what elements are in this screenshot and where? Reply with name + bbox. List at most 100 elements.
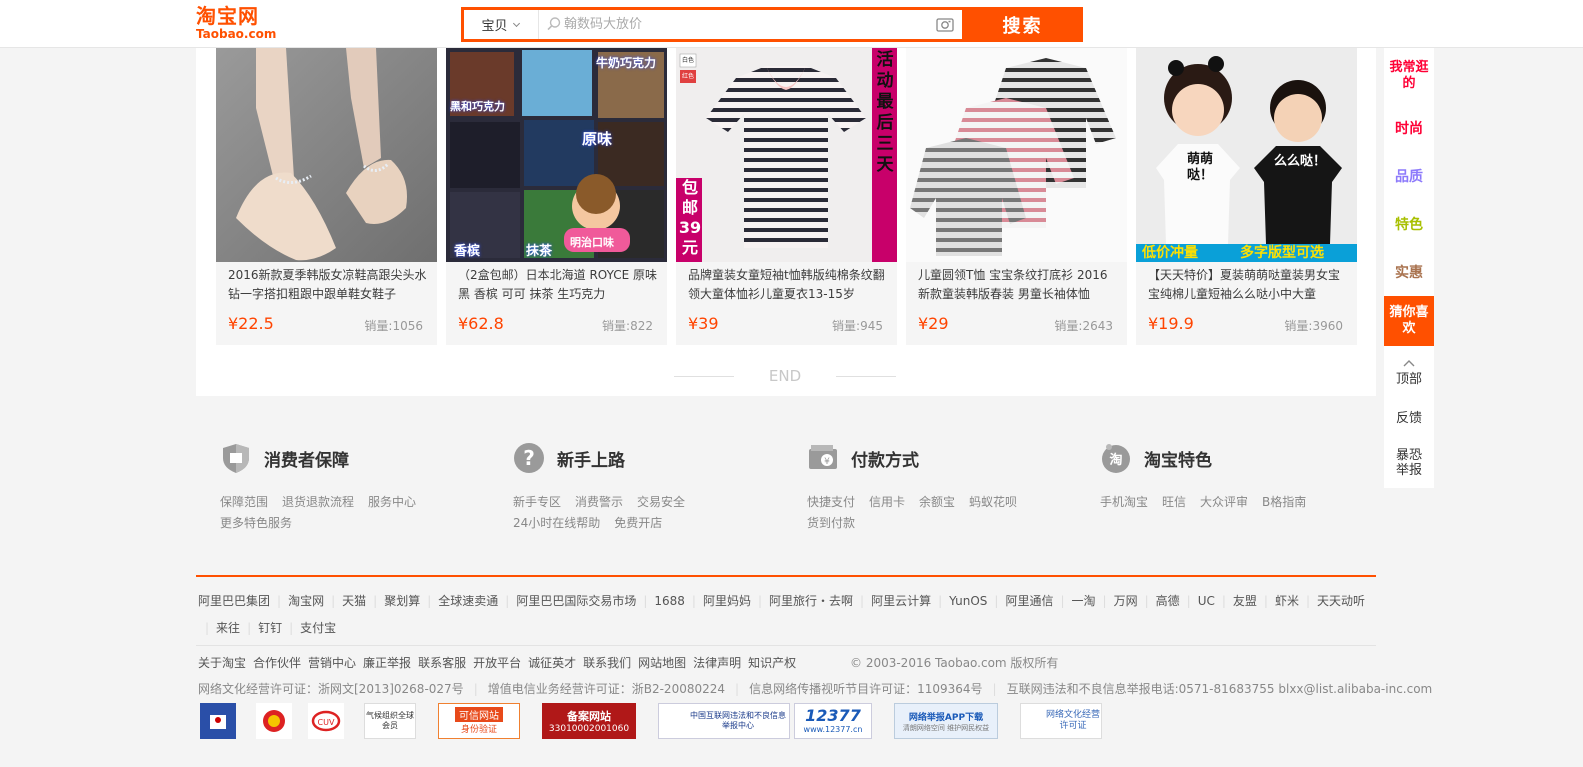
police-badge-icon[interactable] xyxy=(200,703,236,739)
ecommerce-badge-icon[interactable]: CUV xyxy=(308,703,344,739)
page: 淘宝网 Taobao.com 宝贝 搜索 xyxy=(0,0,1583,767)
footer-link[interactable]: 联系我们 xyxy=(583,656,631,670)
footer-link[interactable]: 支付宝 xyxy=(300,615,336,642)
service-link[interactable]: 新手专区 xyxy=(513,492,561,513)
service-link[interactable]: 免费开店 xyxy=(614,513,662,534)
product-title[interactable]: 儿童圆领T恤 宝宝条纹打底衫 2016新款童装韩版春装 男童长袖体恤 xyxy=(918,266,1118,304)
service-link[interactable]: 更多特色服务 xyxy=(220,513,292,534)
footer-link[interactable]: 阿里妈妈 xyxy=(703,588,751,615)
business-license-icon[interactable] xyxy=(256,703,292,739)
product-image[interactable] xyxy=(216,48,437,262)
report-app-badge[interactable]: 网络举报APP下载 清朗网络空间 维护网民权益 xyxy=(894,703,998,739)
service-link[interactable]: 退货退款流程 xyxy=(282,492,354,513)
taobao-logo[interactable]: 淘宝网 Taobao.com xyxy=(196,5,286,43)
service-link[interactable]: 消费警示 xyxy=(575,492,623,513)
license-text[interactable]: 增值电信业务经营许可证：浙B2-20080224 xyxy=(488,682,725,696)
service-link[interactable]: 货到付款 xyxy=(807,513,855,534)
product-image[interactable] xyxy=(906,48,1127,262)
service-link[interactable]: 快捷支付 xyxy=(807,492,855,513)
overlay-text: 多字版型可选 xyxy=(1240,245,1324,261)
hotline-12377-badge[interactable]: 12377 www.12377.cn xyxy=(794,703,872,739)
footer-link[interactable]: YunOS xyxy=(949,588,987,615)
footer-link[interactable]: 阿里通信 xyxy=(1005,588,1053,615)
footer-link[interactable]: 万网 xyxy=(1114,588,1138,615)
question-icon: ? xyxy=(514,443,544,473)
sidebar-item-favorites[interactable]: 我常逛的 xyxy=(1384,48,1434,104)
service-link[interactable]: 24小时在线帮助 xyxy=(513,513,600,534)
product-title[interactable]: 2016新款夏季韩版女凉鞋高跟尖头水钻一字搭扣粗跟中跟单鞋女鞋子 xyxy=(228,266,428,304)
product-title[interactable]: （2盒包邮）日本北海道 ROYCE 原味 黑 香槟 可可 抹茶 生巧克力 xyxy=(458,266,658,304)
climate-member-badge[interactable]: 气候组织全球会员 xyxy=(364,703,416,739)
service-link[interactable]: 手机淘宝 xyxy=(1100,492,1148,513)
footer-link[interactable]: 阿里巴巴集团 xyxy=(198,588,270,615)
footer-link[interactable]: 阿里云计算 xyxy=(871,588,931,615)
footer-link[interactable]: 聚划算 xyxy=(384,588,420,615)
footer-link[interactable]: 虾米 xyxy=(1275,588,1299,615)
license-text[interactable]: 互联网违法和不良信息举报电话:0571-81683755 blxx@list.a… xyxy=(1007,682,1433,696)
product-card[interactable]: 牛奶巧克力 黑和巧克力 原味 香槟 抹茶 明治口味 （2盒包邮）日本北海道 RO… xyxy=(446,48,667,345)
sidebar-item-fashion[interactable]: 时尚 xyxy=(1384,104,1434,152)
footer-link[interactable]: 网站地图 xyxy=(638,656,686,670)
culture-license-badge[interactable]: 网络文化经营许可证 xyxy=(1020,703,1102,739)
service-link[interactable]: 大众评审 xyxy=(1200,492,1248,513)
service-link[interactable]: 旺信 xyxy=(1162,492,1186,513)
product-card[interactable]: 儿童圆领T恤 宝宝条纹打底衫 2016新款童装韩版春装 男童长袖体恤 ¥29 销… xyxy=(906,48,1127,345)
trusted-site-badge[interactable]: 可信网站 身份验证 xyxy=(438,703,520,739)
footer-link[interactable]: 全球速卖通 xyxy=(438,588,498,615)
footer-link[interactable]: 廉正举报 xyxy=(363,656,411,670)
footer-link[interactable]: 法律声明 xyxy=(693,656,741,670)
overlay-text: 原味 xyxy=(582,130,613,148)
footer-link[interactable]: 营销中心 xyxy=(308,656,356,670)
sidebar-item-quality[interactable]: 品质 xyxy=(1384,152,1434,200)
search-button[interactable]: 搜索 xyxy=(962,7,1083,42)
footer-link[interactable]: 来往 xyxy=(216,615,240,642)
service-link[interactable]: 信用卡 xyxy=(869,492,905,513)
footer-link[interactable]: 高德 xyxy=(1156,588,1180,615)
footer-link[interactable]: 友盟 xyxy=(1233,588,1257,615)
license-text[interactable]: 信息网络传播视听节目许可证：1109364号 xyxy=(749,682,982,696)
product-image[interactable]: 活动最后三天 包邮39元 白色 红色 xyxy=(676,48,897,262)
service-link[interactable]: B格指南 xyxy=(1262,492,1306,513)
report-button[interactable]: 暴恐举报 xyxy=(1384,438,1434,488)
product-title[interactable]: 品牌童装女童短袖t恤韩版纯棉条纹翻领大童体恤衫儿童夏衣13-15岁 xyxy=(688,266,888,304)
sidebar-item-special[interactable]: 特色 xyxy=(1384,200,1434,248)
product-title[interactable]: 【天天特价】夏装萌萌哒童装男女宝宝纯棉儿童短袖么么哒小中大童 xyxy=(1148,266,1348,304)
footer-link[interactable]: 天天动听 xyxy=(1317,588,1365,615)
service-link[interactable]: 交易安全 xyxy=(637,492,685,513)
sidebar-item-value[interactable]: 实惠 xyxy=(1384,248,1434,296)
footer-link[interactable]: 阿里旅行・去啊 xyxy=(769,588,853,615)
footer-link[interactable]: 合作伙伴 xyxy=(253,656,301,670)
license-text[interactable]: 网络文化经营许可证：浙网文[2013]0268-027号 xyxy=(198,682,464,696)
overlay-text: 牛奶巧克力 xyxy=(596,56,657,70)
feedback-button[interactable]: 反馈 xyxy=(1384,398,1434,438)
service-link[interactable]: 保障范围 xyxy=(220,492,268,513)
product-card[interactable]: 2016新款夏季韩版女凉鞋高跟尖头水钻一字搭扣粗跟中跟单鞋女鞋子 ¥22.5 销… xyxy=(216,48,437,345)
service-link[interactable]: 服务中心 xyxy=(368,492,416,513)
footer-link[interactable]: 关于淘宝 xyxy=(198,656,246,670)
footer-link[interactable]: 钉钉 xyxy=(258,615,282,642)
camera-icon[interactable] xyxy=(936,16,954,32)
service-link[interactable]: 蚂蚁花呗 xyxy=(969,492,1017,513)
search-input[interactable] xyxy=(564,12,924,37)
footer-link[interactable]: 一淘 xyxy=(1072,588,1096,615)
service-link[interactable]: 余额宝 xyxy=(919,492,955,513)
record-site-badge[interactable]: 备案网站 33010002001060 xyxy=(542,703,636,739)
footer-link[interactable]: 诚征英才 xyxy=(528,656,576,670)
footer-link[interactable]: 开放平台 xyxy=(473,656,521,670)
footer-link[interactable]: 淘宝网 xyxy=(288,588,324,615)
report-center-badge[interactable]: 中国互联网违法和不良信息举报中心 xyxy=(658,703,790,739)
footer-link[interactable]: UC xyxy=(1198,588,1215,615)
back-to-top-button[interactable]: 顶部 xyxy=(1384,346,1434,398)
footer-link[interactable]: 阿里巴巴国际交易市场 xyxy=(516,588,636,615)
footer-link[interactable]: 联系客服 xyxy=(418,656,466,670)
sidebar-item-guess-you-like[interactable]: 猜你喜欢 xyxy=(1384,296,1434,346)
product-card[interactable]: 活动最后三天 包邮39元 白色 红色 品牌童装女童短袖t恤韩版纯棉条纹翻领大童体… xyxy=(676,48,897,345)
search-category-select[interactable]: 宝贝 xyxy=(464,10,539,39)
product-card[interactable]: 萌萌哒！ 么么哒！ 低价冲量 多字版型可选 【天天特价】夏装萌萌哒童装男女宝宝纯… xyxy=(1136,48,1357,345)
footer-link[interactable]: 天猫 xyxy=(342,588,366,615)
footer-link[interactable]: 1688 xyxy=(654,588,685,615)
footer-link[interactable]: 知识产权 xyxy=(748,656,796,670)
product-image[interactable]: 萌萌哒！ 么么哒！ 低价冲量 多字版型可选 xyxy=(1136,48,1357,262)
product-image[interactable]: 牛奶巧克力 黑和巧克力 原味 香槟 抹茶 明治口味 xyxy=(446,48,667,262)
product-sales: 销量:822 xyxy=(602,319,653,333)
